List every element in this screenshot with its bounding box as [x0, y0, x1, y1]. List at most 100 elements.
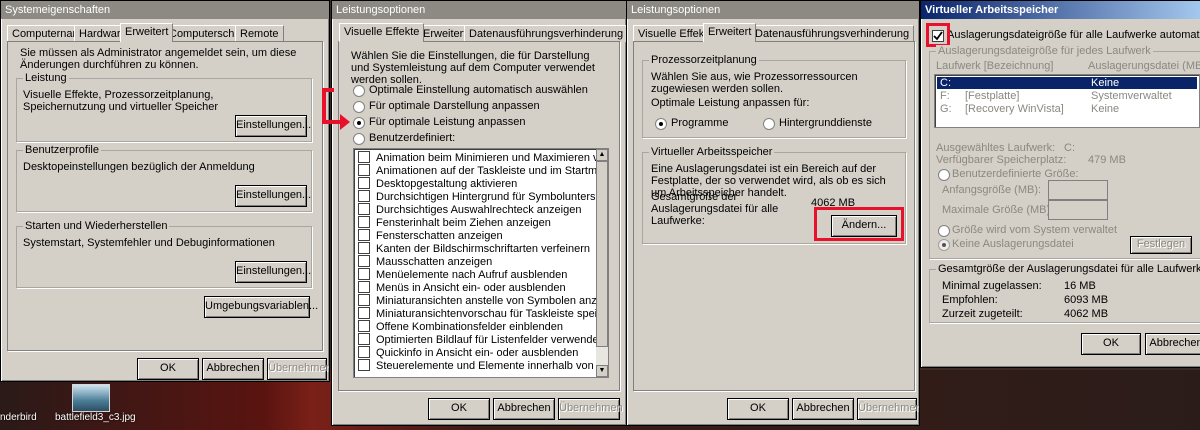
drive-list[interactable]: C: Keine F: [Festplatte] Systemverwaltet… [934, 74, 1200, 128]
radio-appearance[interactable] [353, 101, 365, 113]
tab-remote[interactable]: Remote [235, 25, 284, 42]
recommended-value: 6093 MB [1064, 294, 1109, 306]
effect-list-item[interactable]: Durchsichtiges Auswahlrechteck anzeigen [358, 203, 581, 218]
effect-list-item[interactable]: Animation beim Minimieren und Maximieren… [358, 151, 608, 166]
drive-file: Keine [1091, 77, 1120, 89]
tab-dep[interactable]: Datenausführungsverhinderung [464, 25, 626, 42]
scroll-down-icon[interactable]: ▼ [596, 365, 608, 377]
effect-checkbox[interactable] [358, 294, 370, 307]
min-value: 16 MB [1064, 280, 1096, 292]
effect-list-item[interactable]: Menüelemente nach Aufruf ausblenden [358, 268, 567, 283]
tab-dep[interactable]: Datenausführungsverhinderung [750, 25, 915, 42]
scrollbar[interactable]: ▲ ▼ [596, 149, 608, 377]
set-button[interactable]: Festlegen [1130, 236, 1192, 254]
drive-row[interactable]: G: [Recovery WinVista] Keine [937, 103, 1197, 115]
admin-note: Sie müssen als Administrator angemeldet … [20, 47, 297, 71]
radio-programs[interactable] [655, 118, 667, 130]
cancel-button[interactable]: Abbrechen [493, 398, 555, 420]
ok-button[interactable]: OK [727, 398, 789, 420]
effect-checkbox[interactable] [358, 359, 370, 372]
totals-group: Gesamtgröße der Auslagerungsdatei für al… [929, 263, 1200, 323]
radio-no-paging-file[interactable] [938, 239, 950, 251]
effect-label: Miniaturansichten anstelle von Symbolen … [376, 295, 609, 307]
radio-custom[interactable] [353, 133, 365, 145]
effect-list-item[interactable]: Offene Kombinationsfelder einblenden [358, 320, 563, 335]
effect-checkbox[interactable] [358, 164, 370, 177]
radio-label: Für optimale Leistung anpassen [369, 116, 526, 128]
virtual-memory-window: Virtueller Arbeitsspeicher Auslagerungsd… [920, 0, 1200, 368]
drive-row-selected[interactable]: C: Keine [937, 77, 1197, 89]
effect-label: Steuerelemente und Elemente innerhalb vo… [376, 360, 608, 372]
effect-list-item[interactable]: Animationen auf der Taskleiste und im St… [358, 164, 608, 179]
effect-list-item[interactable]: Mausschatten anzeigen [358, 255, 492, 270]
intro-text: Wählen Sie die Einstellungen, die für Da… [351, 50, 595, 86]
system-properties-window: Systemeigenschaften Computername Hardwar… [0, 0, 330, 382]
apply-button[interactable]: Übernehmen [558, 398, 623, 420]
radio-performance[interactable] [353, 117, 365, 129]
effect-list-item[interactable]: Optimierten Bildlauf für Listenfelder ve… [358, 333, 605, 348]
tab-advanced[interactable]: Erweitert [703, 23, 757, 42]
environment-variables-button[interactable]: Umgebungsvariablen... [204, 296, 318, 318]
radio-auto[interactable] [353, 85, 365, 97]
max-size-input[interactable] [1048, 200, 1108, 220]
scroll-up-icon[interactable]: ▲ [596, 149, 608, 161]
effect-list-item[interactable]: Miniaturansichtenvorschau für Taskleiste… [358, 307, 608, 322]
group-title: Benutzerprofile [23, 144, 101, 156]
startup-settings-button[interactable]: Einstellungen... [235, 261, 311, 283]
effect-list-item[interactable]: Fensterschatten anzeigen [358, 229, 503, 244]
cancel-button[interactable]: Abbrechen [1145, 333, 1200, 355]
effect-checkbox[interactable] [358, 151, 370, 164]
ok-button[interactable]: OK [1081, 333, 1141, 355]
drive-file: Systemverwaltet [1091, 90, 1172, 102]
effect-list-item[interactable]: Desktopgestaltung aktivieren [358, 177, 517, 192]
initial-size-input[interactable] [1048, 180, 1108, 200]
effect-list-item[interactable]: Fensterinhalt beim Ziehen anzeigen [358, 216, 551, 231]
visual-effects-list[interactable]: Animation beim Minimieren und Maximieren… [353, 148, 609, 378]
max-size-label: Maximale Größe (MB): [942, 204, 1054, 216]
effect-list-item[interactable]: Kanten der Bildschirmschriftarten verfei… [358, 242, 590, 257]
effect-list-item[interactable]: Menüs in Ansicht ein- oder ausblenden [358, 281, 566, 296]
profiles-settings-button[interactable]: Einstellungen... [235, 185, 311, 207]
effect-checkbox[interactable] [358, 268, 370, 281]
effect-checkbox[interactable] [358, 177, 370, 190]
effect-checkbox[interactable] [358, 346, 370, 359]
drive-row[interactable]: F: [Festplatte] Systemverwaltet [937, 90, 1197, 102]
cancel-button[interactable]: Abbrechen [202, 358, 264, 380]
per-drive-group: Auslagerungsdateigröße für jedes Laufwer… [929, 45, 1200, 259]
effect-checkbox[interactable] [358, 333, 370, 346]
image-file-icon[interactable] [72, 384, 110, 412]
effect-checkbox[interactable] [358, 229, 370, 242]
group-title: Prozessorzeitplanung [649, 54, 759, 66]
effect-checkbox[interactable] [358, 242, 370, 255]
effect-list-item[interactable]: Quickinfo in Ansicht ein- oder ausblende… [358, 346, 578, 361]
apply-button[interactable]: Übernehmen [267, 358, 329, 380]
performance-settings-button[interactable]: Einstellungen... [235, 115, 311, 137]
effect-list-item[interactable]: Steuerelemente und Elemente innerhalb vo… [358, 359, 608, 374]
effect-list-item[interactable]: Durchsichtigen Hintergrund für Symbolunt… [358, 190, 608, 205]
effect-checkbox[interactable] [358, 190, 370, 203]
desktop-icon-label[interactable]: battlefield3_c3.jpg [55, 412, 136, 423]
apply-button[interactable]: Übernehmen [857, 398, 919, 420]
effect-list-item[interactable]: Miniaturansichten anstelle von Symbolen … [358, 294, 609, 309]
radio-label: Benutzerdefiniert: [369, 132, 456, 144]
radio-background-services[interactable] [763, 118, 775, 130]
current-label: Zurzeit zugeteilt: [942, 308, 1023, 320]
radio-system-managed[interactable] [938, 225, 950, 237]
startup-recovery-group: Starten und Wiederherstellen Systemstart… [16, 220, 312, 288]
cancel-button[interactable]: Abbrechen [792, 398, 854, 420]
scroll-thumb[interactable] [596, 161, 608, 347]
desktop-icon-label[interactable]: nderbird [0, 412, 37, 423]
ok-button[interactable]: OK [428, 398, 490, 420]
tab-visual-effects[interactable]: Visuelle Effekte [339, 23, 425, 42]
effect-checkbox[interactable] [358, 203, 370, 216]
available-space-label: Verfügbarer Speicherplatz: [936, 154, 1067, 166]
effect-checkbox[interactable] [358, 216, 370, 229]
performance-options-window-advanced: Leistungsoptionen Visuelle Effekte Erwei… [626, 0, 920, 426]
effect-checkbox[interactable] [358, 255, 370, 268]
effect-checkbox[interactable] [358, 281, 370, 294]
radio-custom-size[interactable] [938, 169, 950, 181]
ok-button[interactable]: OK [137, 358, 199, 380]
tab-erweitert[interactable]: Erweitert [120, 23, 174, 42]
effect-checkbox[interactable] [358, 307, 370, 320]
effect-checkbox[interactable] [358, 320, 370, 333]
